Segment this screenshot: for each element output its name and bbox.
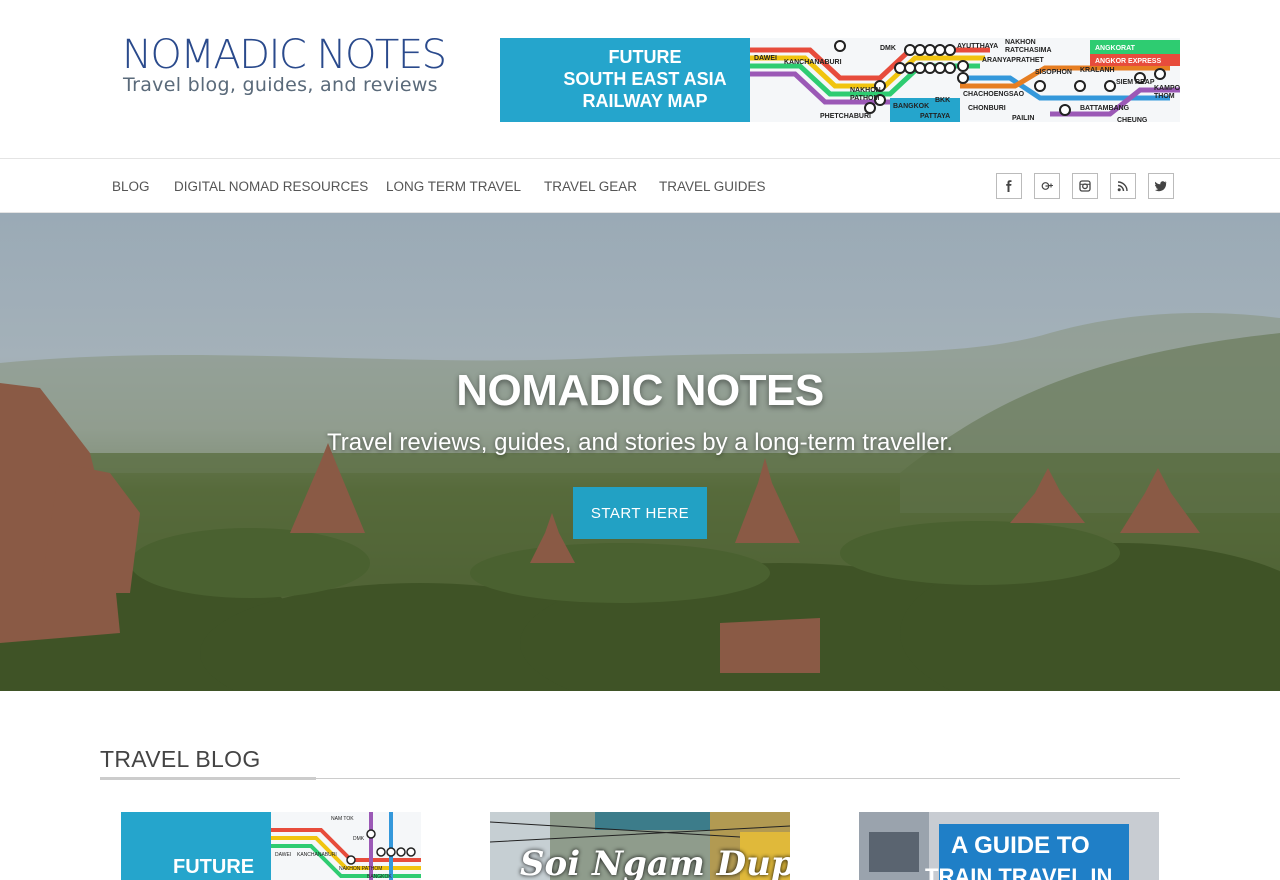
svg-text:NAKHON: NAKHON (1005, 39, 1036, 46)
start-here-button[interactable]: START HERE (573, 487, 707, 539)
logo-tagline: Travel blog, guides, and reviews (123, 74, 438, 96)
card-map-label-3: KANCHANABURI (297, 852, 337, 858)
svg-text:PAILIN: PAILIN (1012, 115, 1034, 122)
banner-line-3: RAILWAY MAP (582, 91, 708, 111)
blog-card-train-travel-guide[interactable]: A GUIDE TO TRAIN TRAVEL IN (859, 812, 1159, 880)
svg-text:PATHOM: PATHOM (850, 95, 879, 102)
card-map-label-1: NAM TOK (331, 816, 354, 822)
card-map-label-6: DMK (353, 836, 365, 842)
svg-text:THOM: THOM (1154, 93, 1175, 100)
svg-text:KANCHANABURI: KANCHANABURI (784, 59, 842, 66)
blog-card-soi-ngam-dupli[interactable]: Soi Ngam Dupli (490, 812, 790, 880)
svg-text:CHONBURI: CHONBURI (968, 105, 1006, 112)
nav-digital-nomad-resources[interactable]: DIGITAL NOMAD RESOURCES (174, 179, 368, 194)
main-nav: BLOG DIGITAL NOMAD RESOURCES LONG TERM T… (0, 158, 1280, 213)
nav-blog[interactable]: BLOG (112, 179, 150, 194)
nav-travel-guides[interactable]: TRAVEL GUIDES (659, 179, 766, 194)
svg-text:PATTAYA: PATTAYA (920, 113, 950, 120)
svg-text:CHEUNG: CHEUNG (1117, 117, 1148, 122)
hero-subtitle: Travel reviews, guides, and stories by a… (326, 429, 954, 456)
svg-text:NAKHON: NAKHON (850, 87, 881, 94)
card-1-text: FUTURE (173, 856, 255, 878)
svg-text:BATTAMBANG: BATTAMBANG (1080, 105, 1130, 112)
svg-text:ARANYAPRATHET: ARANYAPRATHET (982, 57, 1045, 64)
logo-title: NOMADIC NOTES (122, 32, 447, 78)
hero-title: NOMADIC NOTES (456, 366, 824, 415)
svg-text:KRALANH: KRALANH (1080, 67, 1115, 74)
twitter-icon[interactable] (1148, 173, 1174, 199)
nav-travel-gear[interactable]: TRAVEL GEAR (544, 179, 637, 194)
rss-icon[interactable] (1110, 173, 1136, 199)
banner-heading: FUTURE SOUTH EAST ASIA RAILWAY MAP (500, 46, 790, 112)
google-plus-icon[interactable] (1034, 173, 1060, 199)
banner-line-1: FUTURE (608, 47, 682, 67)
banner-map-graphic: DAWEI KANCHANABURI NAKHON PATHOM PHETCHA… (750, 38, 1180, 122)
facebook-icon[interactable] (996, 173, 1022, 199)
card-map-label-5: BANGKOK (367, 874, 392, 880)
card-map-label-2: DAWEI (275, 852, 291, 858)
section-title: TRAVEL BLOG (100, 746, 261, 772)
banner-line-2: SOUTH EAST ASIA (563, 69, 727, 89)
blog-card-railway-map[interactable]: NAM TOK DAWEI KANCHANABURI NAKHON PATHOM… (121, 812, 421, 880)
card-map-label-4: NAKHON PATHOM (339, 866, 382, 872)
railway-map-banner[interactable]: DAWEI KANCHANABURI NAKHON PATHOM PHETCHA… (500, 38, 1180, 122)
svg-text:RATCHASIMA: RATCHASIMA (1005, 47, 1052, 54)
svg-text:ANGKOR EXPRESS: ANGKOR EXPRESS (1095, 58, 1161, 65)
card-map-graphic: NAM TOK DAWEI KANCHANABURI NAKHON PATHOM… (271, 812, 421, 880)
svg-text:DMK: DMK (880, 45, 896, 52)
card-3-text-2: TRAIN TRAVEL IN (925, 864, 1113, 880)
svg-text:BANGKOK: BANGKOK (893, 103, 929, 110)
svg-text:ANGKORAT: ANGKORAT (1095, 45, 1136, 52)
card-3-text: A GUIDE TO (951, 832, 1090, 859)
svg-text:PHETCHABURI: PHETCHABURI (820, 113, 871, 120)
svg-text:CHACHOENGSAO: CHACHOENGSAO (963, 91, 1025, 98)
svg-text:SISOPHON: SISOPHON (1035, 69, 1072, 76)
site-header: NOMADIC NOTES Travel blog, guides, and r… (0, 0, 1280, 158)
site-logo[interactable]: NOMADIC NOTES Travel blog, guides, and r… (122, 34, 452, 98)
svg-text:BKK: BKK (935, 97, 950, 104)
svg-text:SIEM REAP: SIEM REAP (1116, 79, 1155, 86)
instagram-icon[interactable] (1072, 173, 1098, 199)
card-2-text: Soi Ngam Dupli (520, 844, 790, 880)
svg-text:KAMPONG: KAMPONG (1154, 85, 1180, 92)
nav-long-term-travel[interactable]: LONG TERM TRAVEL (386, 179, 521, 194)
svg-text:AYUTTHAYA: AYUTTHAYA (957, 43, 998, 50)
hero-section: NOMADIC NOTES Travel reviews, guides, an… (0, 213, 1280, 691)
section-divider-accent (100, 777, 316, 780)
